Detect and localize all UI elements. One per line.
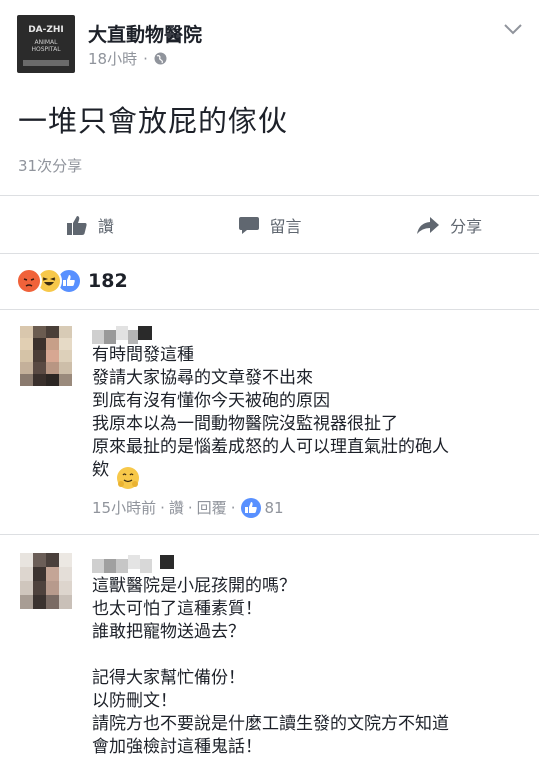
like-label: 讚: [97, 217, 114, 236]
like-badge-icon: [241, 497, 262, 518]
comment-time[interactable]: 15小時前: [92, 497, 156, 518]
meta-dot: ·: [230, 498, 236, 517]
like-button[interactable]: 讚: [0, 198, 180, 252]
share-label: 分享: [450, 217, 483, 236]
page-name[interactable]: 大直動物醫院: [88, 20, 202, 47]
thumbs-up-icon: [66, 216, 87, 235]
page-avatar[interactable]: DA-ZHI ANIMAL HOSPITAL: [17, 15, 75, 73]
post-actions: 讚 留言 分享: [0, 198, 539, 252]
comment-text: 有時間發這種 發請大家協尋的文章發不出來 到底有沒有懂你今天被砲的原因 我原本以…: [92, 345, 449, 480]
comment-reply-link[interactable]: 回覆: [197, 497, 227, 518]
commenter-avatar-blurred[interactable]: [20, 326, 72, 386]
meta-dot: ·: [143, 49, 148, 68]
commenter-avatar-blurred[interactable]: [20, 553, 72, 609]
comment-button[interactable]: 留言: [180, 198, 360, 252]
commenter-name-blurred[interactable]: [92, 326, 156, 344]
globe-icon: [154, 52, 167, 65]
post-meta: 18小時 ·: [88, 48, 167, 69]
post-header: DA-ZHI ANIMAL HOSPITAL 大直動物醫院 18小時 ·: [0, 0, 539, 80]
commenter-name-blurred[interactable]: [92, 555, 182, 573]
comment-like-count[interactable]: 81: [264, 499, 283, 517]
logo-subtext: ANIMAL HOSPITAL: [31, 39, 61, 53]
comment-like-link[interactable]: 讚: [169, 497, 184, 518]
comment-meta: 15小時前 · 讚 · 回覆 · 81: [92, 497, 284, 518]
share-arrow-icon: [417, 217, 440, 234]
logo-text: DA-ZHI: [28, 25, 64, 35]
post-time[interactable]: 18小時: [88, 48, 137, 69]
angry-icon: [16, 268, 42, 294]
divider: [0, 253, 539, 254]
comment-icon: [238, 217, 259, 234]
post-text: 一堆只會放屁的傢伙: [18, 104, 289, 138]
share-button[interactable]: 分享: [359, 198, 539, 252]
comment-text: 這獸醫院是小屁孩開的嗎？ 也太可怕了這種素質！ 誰敢把寵物送過去？ 記得大家幫忙…: [92, 576, 449, 757]
comment-label: 留言: [269, 217, 302, 236]
share-count[interactable]: 31次分享: [18, 155, 82, 176]
meta-dot: ·: [160, 498, 165, 517]
logo-animals-icon: [23, 60, 69, 66]
hug-emoji-icon: [117, 467, 139, 489]
comment: 有時間發這種 發請大家協尋的文章發不出來 到底有沒有懂你今天被砲的原因 我原本以…: [0, 310, 539, 532]
comment: 這獸醫院是小屁孩開的嗎？ 也太可怕了這種素質！ 誰敢把寵物送過去？ 記得大家幫忙…: [0, 535, 539, 757]
meta-dot: ·: [187, 498, 193, 517]
reaction-count: 182: [88, 270, 128, 292]
chevron-down-icon[interactable]: [503, 22, 523, 36]
divider: [0, 195, 539, 196]
reactions-summary[interactable]: 182: [16, 268, 128, 294]
